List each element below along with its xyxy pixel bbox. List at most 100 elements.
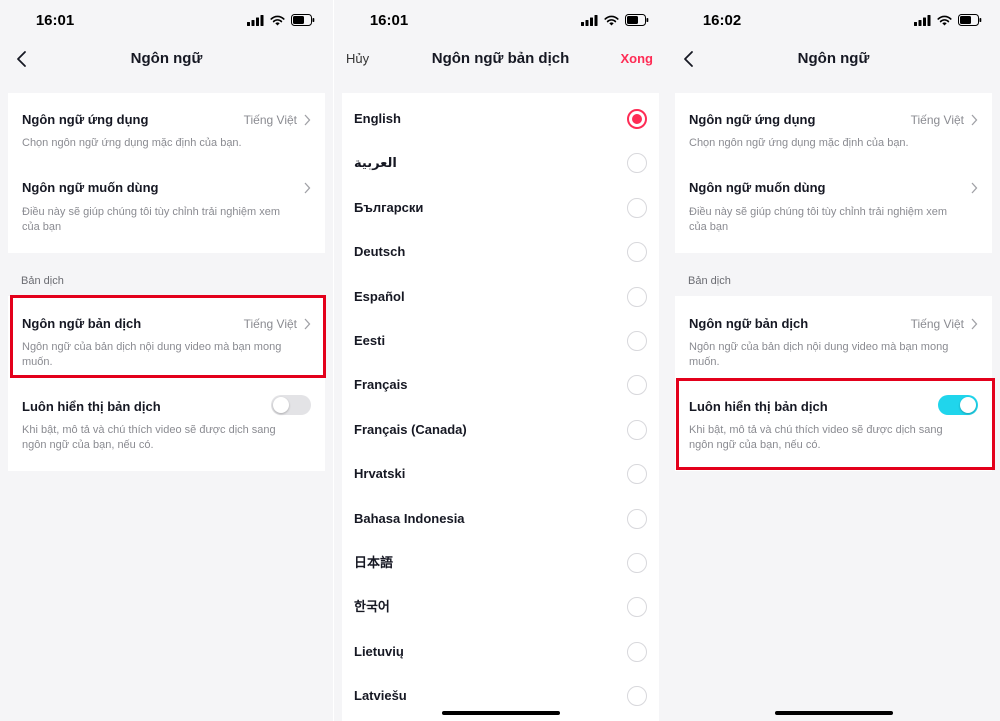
chevron-right-icon — [304, 182, 311, 194]
battery-icon — [625, 14, 649, 26]
cellular-signal-icon — [581, 14, 598, 26]
preferred-language-row[interactable]: Ngôn ngữ muốn dùng Điều này sẽ giúp chún… — [689, 180, 978, 240]
language-option-label: العربية — [354, 155, 397, 171]
preferred-language-desc: Điều này sẽ giúp chúng tôi tùy chỉnh trả… — [22, 206, 281, 233]
language-list: English العربية Български Deutsch Español Ees… — [342, 93, 659, 721]
status-time: 16:02 — [702, 12, 742, 29]
translation-language-row[interactable]: Ngôn ngữ bản dịch Tiếng Việt Ngôn ngữ củ… — [689, 316, 978, 371]
done-button[interactable]: Xong — [621, 51, 654, 66]
general-language-card: Ngôn ngữ ứng dụng Tiếng Việt Chọn ngôn n… — [8, 93, 325, 253]
preferred-language-title: Ngôn ngữ muốn dùng — [22, 180, 159, 195]
status-icons — [581, 14, 649, 26]
language-option[interactable]: 한국어 — [342, 585, 659, 629]
language-option-label: Deutsch — [354, 244, 406, 260]
language-option[interactable]: Български — [342, 186, 659, 230]
radio-unselected-icon[interactable] — [627, 153, 647, 174]
home-indicator — [441, 711, 560, 715]
language-option[interactable]: Français — [342, 363, 659, 407]
status-icons — [247, 14, 315, 26]
section-label-translation: Bản dịch — [688, 275, 731, 287]
app-language-row[interactable]: Ngôn ngữ ứng dụng Tiếng Việt Chọn ngôn n… — [22, 112, 311, 162]
app-language-desc: Chọn ngôn ngữ ứng dụng mặc định của bạn. — [22, 137, 242, 149]
language-option-label: Español — [354, 288, 405, 304]
language-option[interactable]: Bahasa Indonesia — [342, 497, 659, 541]
radio-unselected-icon[interactable] — [627, 197, 647, 218]
status-icons — [914, 14, 982, 26]
language-option-label: 日本語 — [354, 555, 394, 570]
chevron-right-icon — [304, 114, 311, 126]
radio-selected-icon[interactable] — [627, 109, 647, 129]
wifi-icon — [937, 15, 952, 25]
app-language-value: Tiếng Việt — [910, 113, 964, 127]
radio-unselected-icon[interactable] — [627, 641, 647, 662]
battery-icon — [291, 14, 315, 26]
radio-unselected-icon[interactable] — [627, 597, 647, 618]
translation-language-title: Ngôn ngữ bản dịch — [689, 316, 809, 331]
page-title: Ngôn ngữ — [797, 50, 870, 67]
translation-language-desc: Ngôn ngữ của bản dịch nội dung video mà … — [689, 341, 949, 368]
language-option[interactable]: Deutsch — [342, 230, 659, 274]
translation-language-picker-screen: 16:01 Hủy Ngôn ngữ bản dịch Xong English… — [334, 0, 667, 721]
radio-unselected-icon[interactable] — [627, 686, 647, 707]
app-language-row[interactable]: Ngôn ngữ ứng dụng Tiếng Việt Chọn ngôn n… — [689, 112, 978, 162]
language-option-label: Eesti — [354, 333, 386, 348]
general-language-card: Ngôn ngữ ứng dụng Tiếng Việt Chọn ngôn n… — [675, 93, 992, 253]
language-option[interactable]: Lietuvių — [342, 630, 659, 674]
always-show-translation-title: Luôn hiển thị bản dịch — [22, 399, 161, 414]
home-indicator — [774, 711, 893, 715]
status-bar: 16:02 — [667, 0, 1000, 44]
status-time: 16:01 — [369, 12, 409, 29]
radio-unselected-icon[interactable] — [627, 419, 647, 440]
page-title: Ngôn ngữ — [130, 50, 203, 67]
language-option[interactable]: Español — [342, 275, 659, 319]
language-option-label: Latviešu — [354, 688, 407, 704]
chevron-right-icon — [971, 318, 978, 330]
language-option-label: Français (Canada) — [354, 421, 467, 437]
wifi-icon — [270, 15, 285, 25]
chevron-right-icon — [971, 114, 978, 126]
app-language-title: Ngôn ngữ ứng dụng — [689, 112, 816, 127]
always-show-translation-desc: Khi bật, mô tả và chú thích video sẽ đượ… — [22, 424, 276, 451]
language-option-label: Français — [354, 377, 408, 393]
app-language-value: Tiếng Việt — [243, 113, 297, 127]
nav-bar: Hủy Ngôn ngữ bản dịch Xong — [334, 40, 667, 78]
language-option-label: Bahasa Indonesia — [354, 510, 465, 526]
language-option[interactable]: Eesti — [342, 319, 659, 363]
section-label-translation: Bản dịch — [21, 275, 64, 287]
language-option[interactable]: Français (Canada) — [342, 408, 659, 452]
language-option-label: 한국어 — [354, 599, 390, 615]
cellular-signal-icon — [914, 14, 931, 26]
translation-language-value: Tiếng Việt — [910, 317, 964, 331]
radio-unselected-icon[interactable] — [627, 553, 647, 573]
toggle-knob — [273, 397, 289, 413]
highlight-box-translation-language — [10, 295, 326, 378]
language-option-label: Lietuvių — [354, 643, 404, 659]
app-language-desc: Chọn ngôn ngữ ứng dụng mặc định của bạn. — [689, 137, 909, 149]
chevron-right-icon — [971, 182, 978, 194]
radio-unselected-icon[interactable] — [627, 331, 647, 351]
preferred-language-desc: Điều này sẽ giúp chúng tôi tùy chỉnh trả… — [689, 206, 948, 233]
preferred-language-title: Ngôn ngữ muốn dùng — [689, 180, 826, 195]
preferred-language-row[interactable]: Ngôn ngữ muốn dùng Điều này sẽ giúp chún… — [22, 180, 311, 240]
language-option-label: Български — [354, 199, 424, 215]
status-bar: 16:01 — [0, 0, 333, 44]
status-bar: 16:01 — [334, 0, 667, 44]
always-show-translation-row: Luôn hiển thị bản dịch Khi bật, mô tả và… — [22, 395, 311, 459]
language-option[interactable]: العربية — [342, 141, 659, 185]
nav-bar: Ngôn ngữ — [0, 40, 333, 78]
radio-unselected-icon[interactable] — [627, 286, 647, 307]
settings-screen-before: 16:01 Ngôn ngữ Ngôn ngữ ứng dụng Tiếng V… — [0, 0, 333, 721]
radio-unselected-icon[interactable] — [627, 242, 647, 263]
cellular-signal-icon — [247, 14, 264, 26]
highlight-box-always-show-translation — [676, 378, 995, 470]
language-option-label: Hrvatski — [354, 466, 406, 482]
app-language-title: Ngôn ngữ ứng dụng — [22, 112, 149, 127]
radio-unselected-icon[interactable] — [627, 508, 647, 529]
radio-unselected-icon[interactable] — [627, 464, 647, 485]
language-option[interactable]: 日本語 — [342, 541, 659, 585]
language-option[interactable]: English — [342, 97, 659, 141]
status-time: 16:01 — [35, 12, 75, 29]
radio-unselected-icon[interactable] — [627, 375, 647, 396]
language-option[interactable]: Hrvatski — [342, 452, 659, 496]
always-show-translation-toggle[interactable] — [271, 395, 311, 415]
